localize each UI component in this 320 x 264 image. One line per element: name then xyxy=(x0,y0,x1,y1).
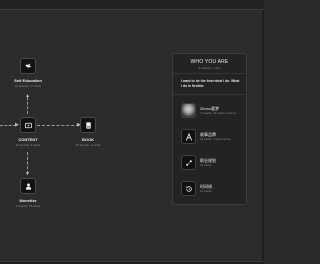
panel-item[interactable]: 时间线 10 cards xyxy=(181,181,241,196)
node-title: Self Education xyxy=(14,78,42,83)
node-title: BOOK xyxy=(82,137,94,142)
node-subtitle: 36 boards, 4 cards xyxy=(75,143,101,147)
node-title: CONTENT xyxy=(18,137,38,142)
panel-item[interactable]: Zimon要梦 7 boards, 21 cards, 6 items xyxy=(181,103,241,118)
compass-icon xyxy=(181,129,196,144)
connector-content-self-education xyxy=(27,97,28,114)
node-subtitle: 16 boards, 17 cards xyxy=(14,84,42,88)
panel-item-subtitle: 13 cards, 4 documents xyxy=(200,137,231,141)
panel-item[interactable]: 职业规划 13 cards xyxy=(181,155,241,170)
node-title: Monetize xyxy=(19,198,37,203)
route-icon xyxy=(181,155,196,170)
connector-arrowhead: ▲ xyxy=(25,93,30,99)
top-toolbar xyxy=(0,0,264,9)
panel-description: I want to be the best what I do. What I … xyxy=(181,79,240,88)
node-monetize[interactable]: Monetize 3 boards, 58 cards xyxy=(6,178,50,208)
play-icon xyxy=(20,117,36,133)
node-content[interactable]: CONTENT 29 boards, 6 cards xyxy=(6,117,50,147)
board-detail-panel: WHO YOU ARE 4 boards, 1 card I want to b… xyxy=(172,53,247,205)
bird-icon xyxy=(20,58,36,74)
clock-history-icon xyxy=(181,181,196,196)
panel-divider xyxy=(173,94,246,95)
panel-item[interactable]: 故事品牌 13 cards, 4 documents xyxy=(181,129,241,144)
panel-title: WHO YOU ARE xyxy=(190,59,229,65)
panel-item-subtitle: 7 boards, 21 cards, 6 items xyxy=(200,111,237,115)
toolbar-divider xyxy=(0,9,264,10)
node-subtitle: 3 boards, 58 cards xyxy=(15,204,41,208)
panel-item-subtitle: 13 cards xyxy=(200,163,212,167)
panel-divider xyxy=(173,73,246,74)
avatar xyxy=(181,103,196,118)
money-icon xyxy=(20,178,36,194)
book-icon xyxy=(80,117,96,133)
node-self-education[interactable]: Self Education 16 boards, 17 cards xyxy=(6,58,50,88)
panel-subtitle: 4 boards, 1 card xyxy=(198,66,221,70)
connector-arrowhead: ▼ xyxy=(25,171,30,177)
right-edge-strip xyxy=(262,10,264,261)
node-book[interactable]: BOOK 36 boards, 4 cards xyxy=(66,117,110,147)
node-subtitle: 29 boards, 6 cards xyxy=(15,143,41,147)
panel-item-subtitle: 10 cards xyxy=(200,189,212,193)
